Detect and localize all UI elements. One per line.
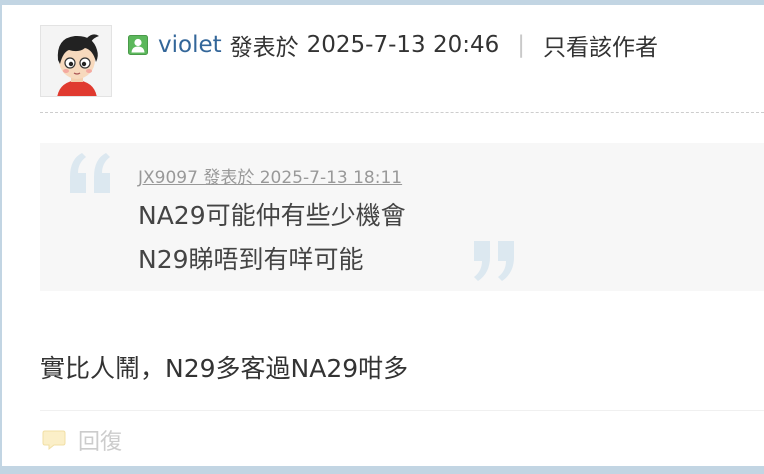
reply-button[interactable]: 回復 xyxy=(42,425,122,455)
posted-label: 發表於 xyxy=(229,35,299,61)
only-author-link[interactable]: 只看該作者 xyxy=(543,28,658,62)
separator: | xyxy=(517,32,526,58)
open-quote-icon xyxy=(70,153,110,193)
post-author-row: violet 發表於 2025-7-13 20:46 | 只看該作者 xyxy=(128,28,658,62)
post-timestamp: 2025-7-13 20:46 xyxy=(306,32,500,58)
speech-bubble-icon xyxy=(42,430,66,451)
quote-line: NA29可能仲有些少機會 xyxy=(138,201,406,230)
left-border xyxy=(0,0,2,474)
footer-divider xyxy=(40,410,764,411)
quote-block: JX9097 發表於 2025-7-13 18:11 NA29可能仲有些少機會 … xyxy=(40,143,764,291)
quote-meta[interactable]: JX9097 發表於 2025-7-13 18:11 xyxy=(138,163,402,188)
close-quote-icon xyxy=(474,241,514,281)
author-link[interactable]: violet xyxy=(158,32,222,58)
bottom-border xyxy=(0,466,764,474)
avatar[interactable] xyxy=(40,25,112,97)
reply-label: 回復 xyxy=(78,430,123,455)
top-border xyxy=(0,0,764,5)
user-online-icon xyxy=(128,35,148,55)
quote-line: N29睇唔到有咩可能 xyxy=(138,245,364,274)
header-divider xyxy=(40,112,764,113)
post-body: 實比人鬧，N29多客過NA29咁多 xyxy=(40,354,409,383)
